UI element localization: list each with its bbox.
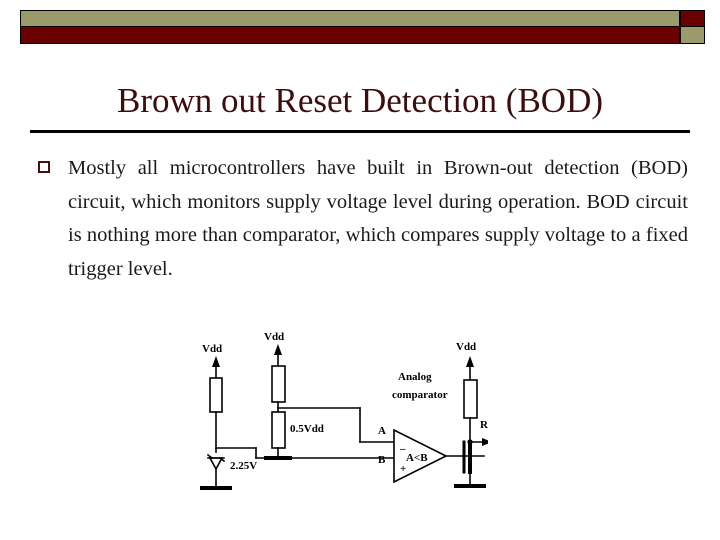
divider-resistor-top: [271, 365, 286, 403]
left-resistor: [209, 377, 223, 413]
label-comparator-plus: +: [400, 463, 406, 475]
label-vdd-right: Vdd: [456, 341, 476, 353]
label-analog: Analog: [398, 371, 432, 383]
header-square-maroon: [680, 10, 705, 27]
header-bar-olive: [20, 10, 680, 27]
mid-vdd-arrowhead: [274, 344, 282, 355]
divider-resistor-bottom: [271, 411, 286, 449]
label-divider-node: 0.5Vdd: [290, 423, 324, 435]
label-input-a: A: [378, 425, 386, 437]
label-rst-output: RST: [480, 419, 488, 431]
label-comparator-expression: A<B: [406, 452, 428, 464]
label-input-b: B: [378, 454, 386, 466]
label-vdd-mid: Vdd: [264, 331, 284, 343]
header-bar-maroon: [20, 27, 680, 44]
header-decoration: [20, 10, 705, 44]
label-comparator: comparator: [392, 389, 448, 401]
bod-circuit-diagram: Vdd Vdd Vdd 0.5Vdd 2.25V A B _ + A<B Ana…: [188, 330, 488, 505]
label-vdd-left: Vdd: [202, 343, 222, 355]
zener-diode-body: [208, 457, 224, 471]
header-square-olive: [680, 27, 705, 44]
slide-title: Brown out Reset Detection (BOD): [116, 81, 604, 120]
title-divider: [30, 130, 690, 133]
right-vdd-arrowhead: [466, 356, 474, 367]
left-vdd-arrowhead: [212, 356, 220, 367]
square-bullet-icon: [38, 161, 50, 173]
rst-output-arrowhead: [482, 438, 488, 446]
pullup-resistor: [463, 379, 478, 419]
label-comparator-minus: _: [399, 439, 406, 451]
label-zener-value: 2.25V: [230, 460, 257, 472]
bullet-text: Mostly all microcontrollers have built i…: [68, 152, 688, 286]
bullet-list-item: Mostly all microcontrollers have built i…: [38, 152, 688, 286]
